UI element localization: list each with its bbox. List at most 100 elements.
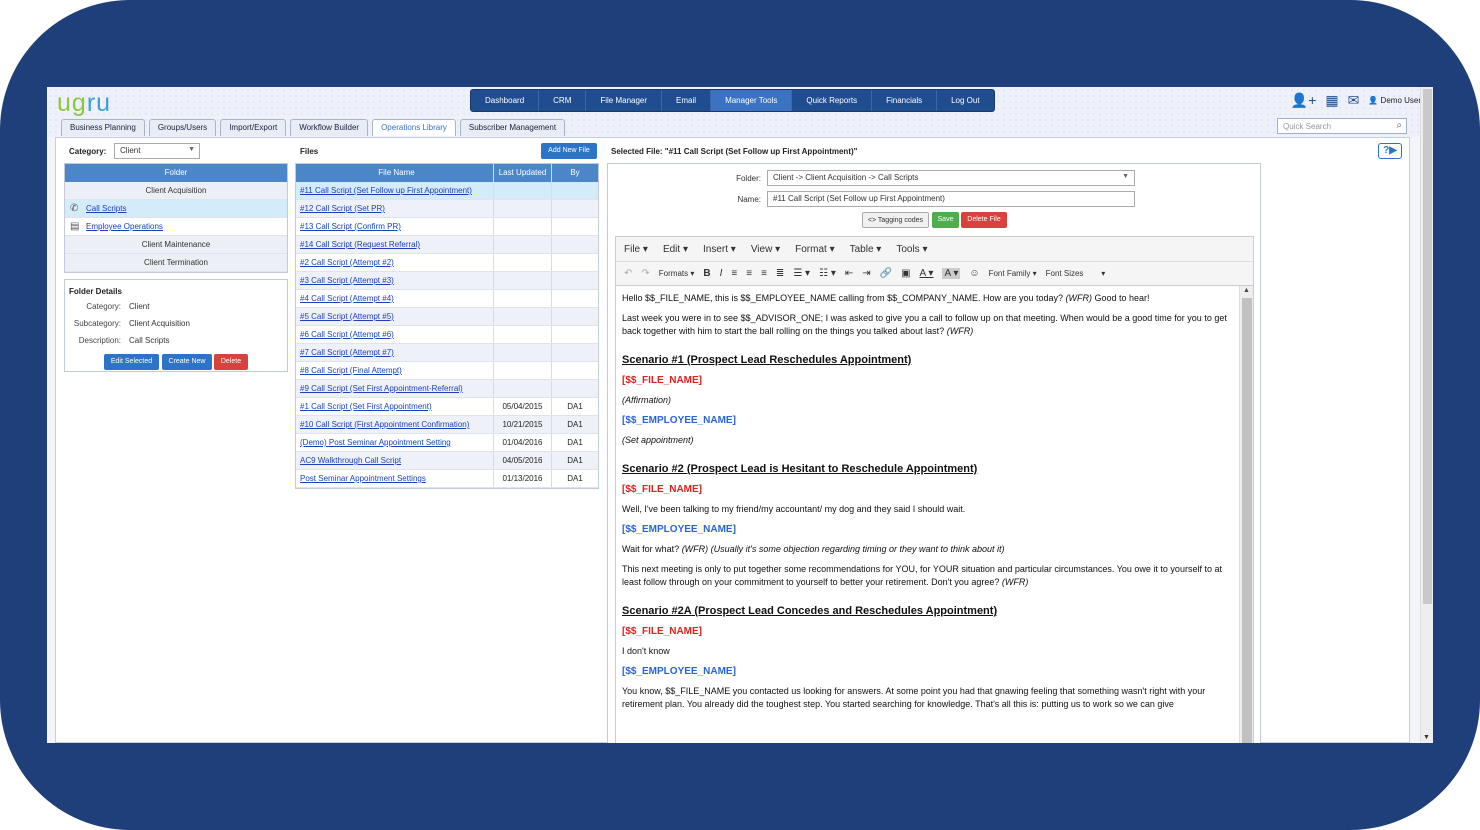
file-link[interactable]: #9 Call Script (Set First Appointment-Re…	[300, 384, 463, 393]
table-row[interactable]: #5 Call Script (Attempt #5)	[296, 308, 598, 326]
page-scrollbar[interactable]: ▼	[1420, 87, 1433, 743]
calendar-icon[interactable]: ▦	[1325, 92, 1338, 109]
name-input[interactable]: #11 Call Script (Set Follow up First App…	[767, 191, 1135, 207]
help-icon[interactable]: ?▶	[1378, 143, 1402, 159]
table-row[interactable]: #14 Call Script (Request Referral)	[296, 236, 598, 254]
file-link[interactable]: #7 Call Script (Attempt #7)	[300, 348, 394, 357]
folder-client-acquisition[interactable]: Client Acquisition	[65, 182, 287, 200]
bold-icon[interactable]: B	[703, 268, 710, 279]
table-row[interactable]: #3 Call Script (Attempt #3)	[296, 272, 598, 290]
tab-import-export[interactable]: Import/Export	[220, 119, 287, 136]
table-row[interactable]: #13 Call Script (Confirm PR)	[296, 218, 598, 236]
tab-operations-library[interactable]: Operations Library	[372, 119, 456, 136]
table-row[interactable]: Post Seminar Appointment Settings 01/13/2…	[296, 470, 598, 488]
menu-file[interactable]: File ▾	[624, 244, 648, 255]
formats-dropdown[interactable]: Formats ▾	[659, 269, 695, 278]
folder-select[interactable]: Client -> Client Acquisition -> Call Scr…	[767, 170, 1135, 186]
menu-insert[interactable]: Insert ▾	[703, 244, 736, 255]
align-left-icon[interactable]: ≡	[731, 268, 737, 279]
nav-email[interactable]: Email	[662, 90, 712, 111]
tab-subscriber-management[interactable]: Subscriber Management	[459, 119, 566, 136]
emoticon-icon[interactable]: ☺	[969, 268, 979, 279]
align-justify-icon[interactable]: ≣	[776, 268, 784, 279]
redo-icon[interactable]: ↷	[641, 268, 649, 279]
menu-table[interactable]: Table ▾	[850, 244, 882, 255]
menu-format[interactable]: Format ▾	[795, 244, 834, 255]
file-link[interactable]: #6 Call Script (Attempt #6)	[300, 330, 394, 339]
menu-edit[interactable]: Edit ▾	[663, 244, 688, 255]
table-row[interactable]: (Demo) Post Seminar Appointment Setting 0…	[296, 434, 598, 452]
file-link[interactable]: #11 Call Script (Set Follow up First App…	[300, 186, 472, 195]
table-row[interactable]: #8 Call Script (Final Attempt)	[296, 362, 598, 380]
edit-selected-button[interactable]: Edit Selected	[104, 354, 159, 370]
user-menu[interactable]: 👤 Demo User	[1368, 96, 1421, 105]
indent-icon[interactable]: ⇥	[862, 268, 870, 279]
delete-file-button[interactable]: Delete File	[961, 212, 1007, 228]
add-new-file-button[interactable]: Add New File	[541, 143, 597, 159]
file-link[interactable]: #12 Call Script (Set PR)	[300, 204, 385, 213]
col-last-updated[interactable]: Last Updated	[494, 164, 552, 182]
tagging-codes-button[interactable]: <> Tagging codes	[862, 212, 929, 228]
bullet-list-icon[interactable]: ☰ ▾	[793, 268, 810, 279]
menu-view[interactable]: View ▾	[751, 244, 780, 255]
file-link[interactable]: #2 Call Script (Attempt #2)	[300, 258, 394, 267]
menu-tools[interactable]: Tools ▾	[896, 244, 927, 255]
nav-dashboard[interactable]: Dashboard	[471, 90, 540, 111]
search-icon[interactable]: ⌕	[1396, 120, 1402, 131]
table-row[interactable]: #1 Call Script (Set First Appointment) 05…	[296, 398, 598, 416]
text-color-icon[interactable]: A ▾	[920, 268, 934, 279]
scroll-up-icon[interactable]: ▲	[1243, 287, 1250, 294]
font-family-dropdown[interactable]: Font Family ▾	[989, 269, 1037, 278]
file-link[interactable]: #3 Call Script (Attempt #3)	[300, 276, 394, 285]
table-row[interactable]: #6 Call Script (Attempt #6)	[296, 326, 598, 344]
page-scroll-thumb[interactable]	[1423, 89, 1432, 604]
folder-client-maintenance[interactable]: Client Maintenance	[65, 236, 287, 254]
nav-financials[interactable]: Financials	[872, 90, 938, 111]
table-row[interactable]: #10 Call Script (First Appointment Confi…	[296, 416, 598, 434]
nav-log-out[interactable]: Log Out	[937, 90, 993, 111]
table-row[interactable]: #7 Call Script (Attempt #7)	[296, 344, 598, 362]
category-select[interactable]: Client ▼	[114, 143, 200, 159]
quick-search-input[interactable]: Quick Search ⌕	[1277, 118, 1407, 134]
col-by[interactable]: By	[552, 164, 598, 182]
nav-quick-reports[interactable]: Quick Reports	[792, 90, 873, 111]
image-icon[interactable]: ▣	[901, 268, 910, 279]
nav-crm[interactable]: CRM	[539, 90, 587, 111]
add-user-icon[interactable]: 👤+	[1291, 92, 1317, 109]
file-link[interactable]: #4 Call Script (Attempt #4)	[300, 294, 394, 303]
folder-call-scripts[interactable]: ✆ Call Scripts	[65, 200, 287, 218]
file-link[interactable]: AC9 Walkthrough Call Script	[300, 456, 401, 465]
editor-document[interactable]: Hello $$_FILE_NAME, this is $$_EMPLOYEE_…	[616, 286, 1240, 743]
table-row[interactable]: AC9 Walkthrough Call Script 04/05/2016 DA1	[296, 452, 598, 470]
nav-file-manager[interactable]: File Manager	[586, 90, 663, 111]
file-link[interactable]: #13 Call Script (Confirm PR)	[300, 222, 401, 231]
font-sizes-dropdown[interactable]: Font Sizes ▾	[1046, 269, 1106, 278]
tab-business-planning[interactable]: Business Planning	[61, 119, 145, 136]
scroll-down-icon[interactable]: ▼	[1423, 734, 1430, 741]
tab-groups-users[interactable]: Groups/Users	[148, 119, 217, 136]
mail-icon[interactable]: ✉	[1348, 92, 1360, 109]
file-link[interactable]: #10 Call Script (First Appointment Confi…	[300, 420, 469, 429]
save-button[interactable]: Save	[932, 212, 959, 228]
folder-client-termination[interactable]: Client Termination	[65, 254, 287, 272]
nav-manager-tools[interactable]: Manager Tools	[711, 90, 793, 111]
table-row[interactable]: #9 Call Script (Set First Appointment-Re…	[296, 380, 598, 398]
logo[interactable]: ugru	[57, 89, 111, 118]
file-link[interactable]: #1 Call Script (Set First Appointment)	[300, 402, 432, 411]
col-file-name[interactable]: File Name	[296, 164, 494, 182]
table-row[interactable]: #11 Call Script (Set Follow up First App…	[296, 182, 598, 200]
editor-scrollbar[interactable]: ▲	[1239, 286, 1253, 743]
file-link[interactable]: Post Seminar Appointment Settings	[300, 474, 426, 483]
table-row[interactable]: #12 Call Script (Set PR)	[296, 200, 598, 218]
align-center-icon[interactable]: ≡	[746, 268, 752, 279]
background-color-icon[interactable]: A ▾	[942, 268, 961, 279]
create-new-button[interactable]: Create New	[162, 354, 212, 370]
delete-folder-button[interactable]: Delete	[214, 354, 248, 370]
editor-scroll-thumb[interactable]	[1242, 298, 1252, 743]
folder-employee-operations[interactable]: ▤ Employee Operations	[65, 218, 287, 236]
align-right-icon[interactable]: ≡	[761, 268, 767, 279]
file-link[interactable]: #14 Call Script (Request Referral)	[300, 240, 420, 249]
file-link[interactable]: #8 Call Script (Final Attempt)	[300, 366, 402, 375]
table-row[interactable]: #4 Call Script (Attempt #4)	[296, 290, 598, 308]
file-link[interactable]: (Demo) Post Seminar Appointment Setting	[300, 438, 451, 447]
